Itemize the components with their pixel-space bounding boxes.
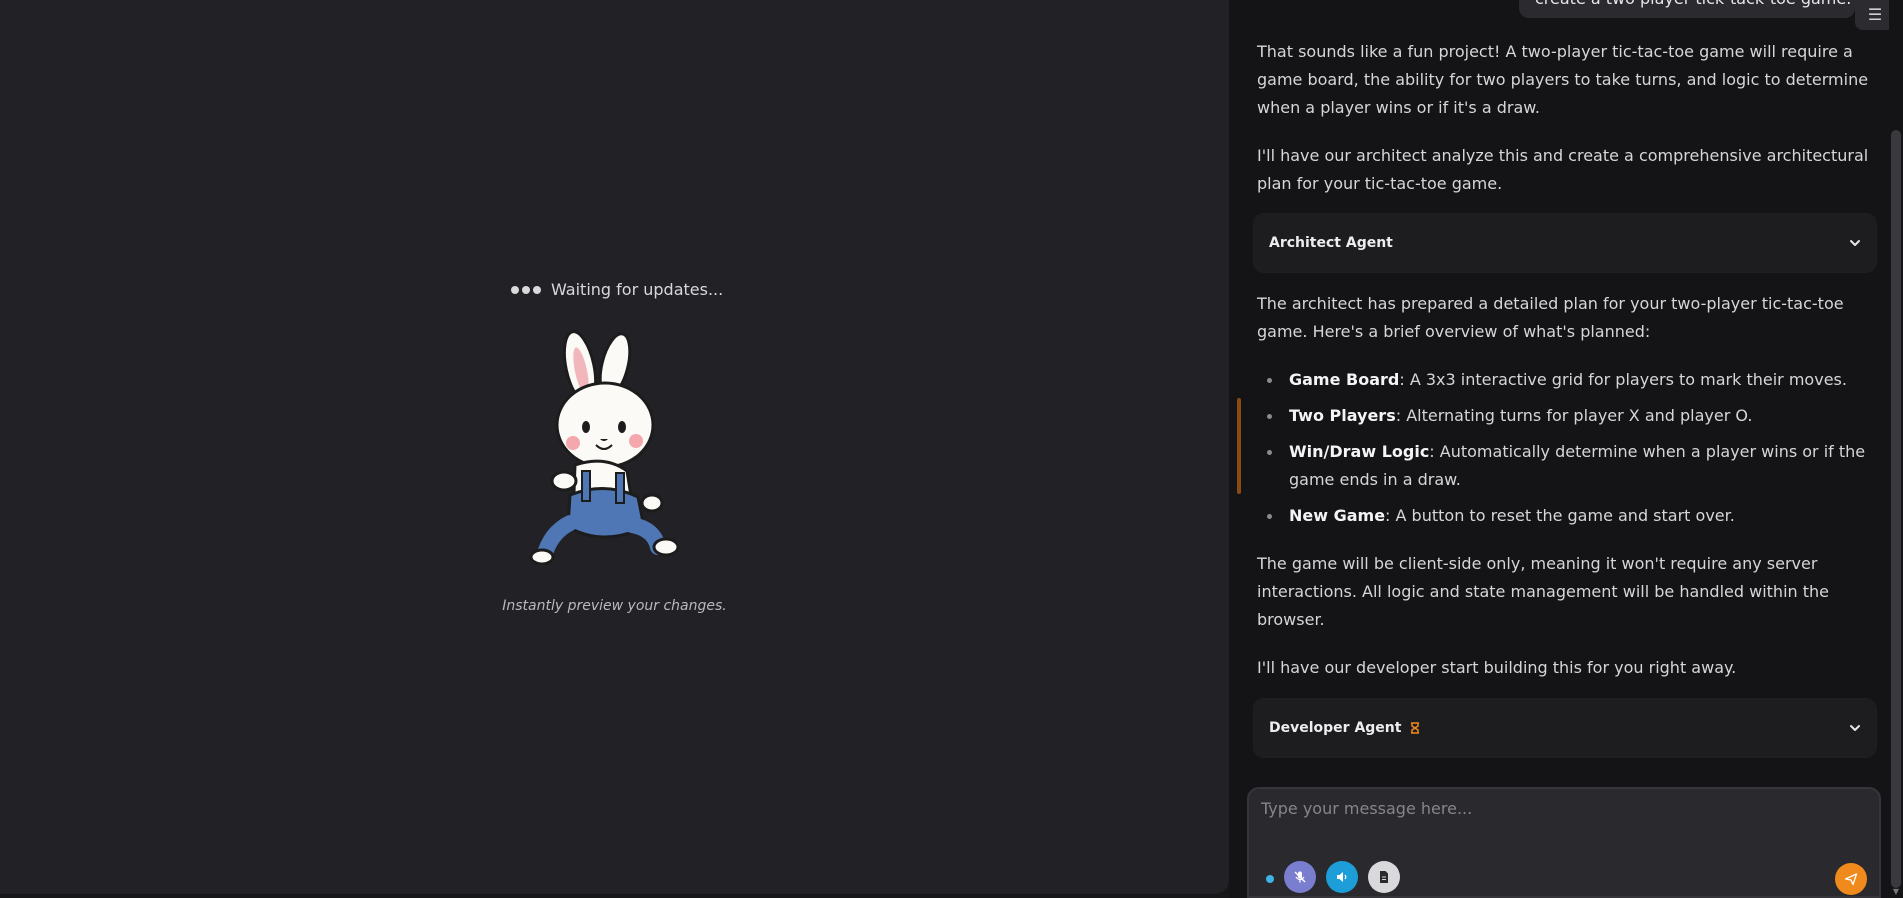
waiting-text: Waiting for updates... bbox=[551, 280, 724, 299]
scrollbar-thumb[interactable] bbox=[1891, 130, 1901, 888]
send-icon bbox=[1844, 873, 1858, 886]
hourglass-icon bbox=[1411, 722, 1420, 734]
architect-agent-card[interactable]: Architect Agent bbox=[1254, 214, 1876, 272]
menu-icon: ☰ bbox=[1867, 5, 1883, 24]
panel-resize-handle[interactable] bbox=[1237, 398, 1241, 494]
assistant-message: The architect has prepared a detailed pl… bbox=[1257, 294, 1844, 341]
attach-file-button[interactable] bbox=[1368, 861, 1400, 893]
loading-dots-icon bbox=[511, 285, 541, 294]
message-composer bbox=[1247, 787, 1881, 898]
message-input[interactable] bbox=[1261, 799, 1861, 839]
file-icon bbox=[1380, 871, 1388, 883]
speaker-toggle-button[interactable] bbox=[1326, 861, 1358, 893]
connection-status-dot bbox=[1266, 875, 1274, 883]
waiting-indicator: Waiting for updates... bbox=[511, 280, 723, 299]
running-bunny-illustration bbox=[529, 330, 680, 565]
developer-agent-card[interactable]: Developer Agent bbox=[1254, 699, 1876, 757]
list-item: Two Players: Alternating turns for playe… bbox=[1267, 402, 1877, 430]
preview-caption: Instantly preview your changes. bbox=[502, 598, 727, 614]
preview-panel: Waiting for updates... Instantly preview… bbox=[0, 0, 1229, 894]
plan-bullet-list: Game Board: A 3x3 interactive grid for p… bbox=[1267, 366, 1877, 538]
list-item: Game Board: A 3x3 interactive grid for p… bbox=[1267, 366, 1877, 394]
assistant-message: I'll have our developer start building t… bbox=[1257, 658, 1737, 677]
assistant-message: I'll have our architect analyze this and… bbox=[1257, 146, 1869, 193]
speaker-icon bbox=[1337, 872, 1347, 882]
app-root: Waiting for updates... Instantly preview… bbox=[0, 0, 1903, 898]
list-item: Win/Draw Logic: Automatically determine … bbox=[1267, 438, 1877, 494]
chevron-down-icon[interactable] bbox=[1848, 236, 1862, 250]
mic-toggle-button[interactable] bbox=[1284, 861, 1316, 893]
user-message-bubble: create a two player tick-tack-toe game. bbox=[1519, 0, 1855, 18]
assistant-message: That sounds like a fun project! A two-pl… bbox=[1257, 42, 1869, 117]
scroll-down-arrow-icon[interactable]: ▼ bbox=[1891, 888, 1901, 896]
agent-card-title: Architect Agent bbox=[1269, 235, 1393, 251]
mic-off-icon bbox=[1294, 871, 1306, 883]
list-item: New Game: A button to reset the game and… bbox=[1267, 502, 1877, 530]
send-button[interactable] bbox=[1835, 863, 1867, 895]
assistant-message: The game will be client-side only, meani… bbox=[1257, 554, 1829, 629]
chevron-down-icon[interactable] bbox=[1848, 721, 1862, 735]
agent-card-title: Developer Agent bbox=[1269, 720, 1421, 736]
